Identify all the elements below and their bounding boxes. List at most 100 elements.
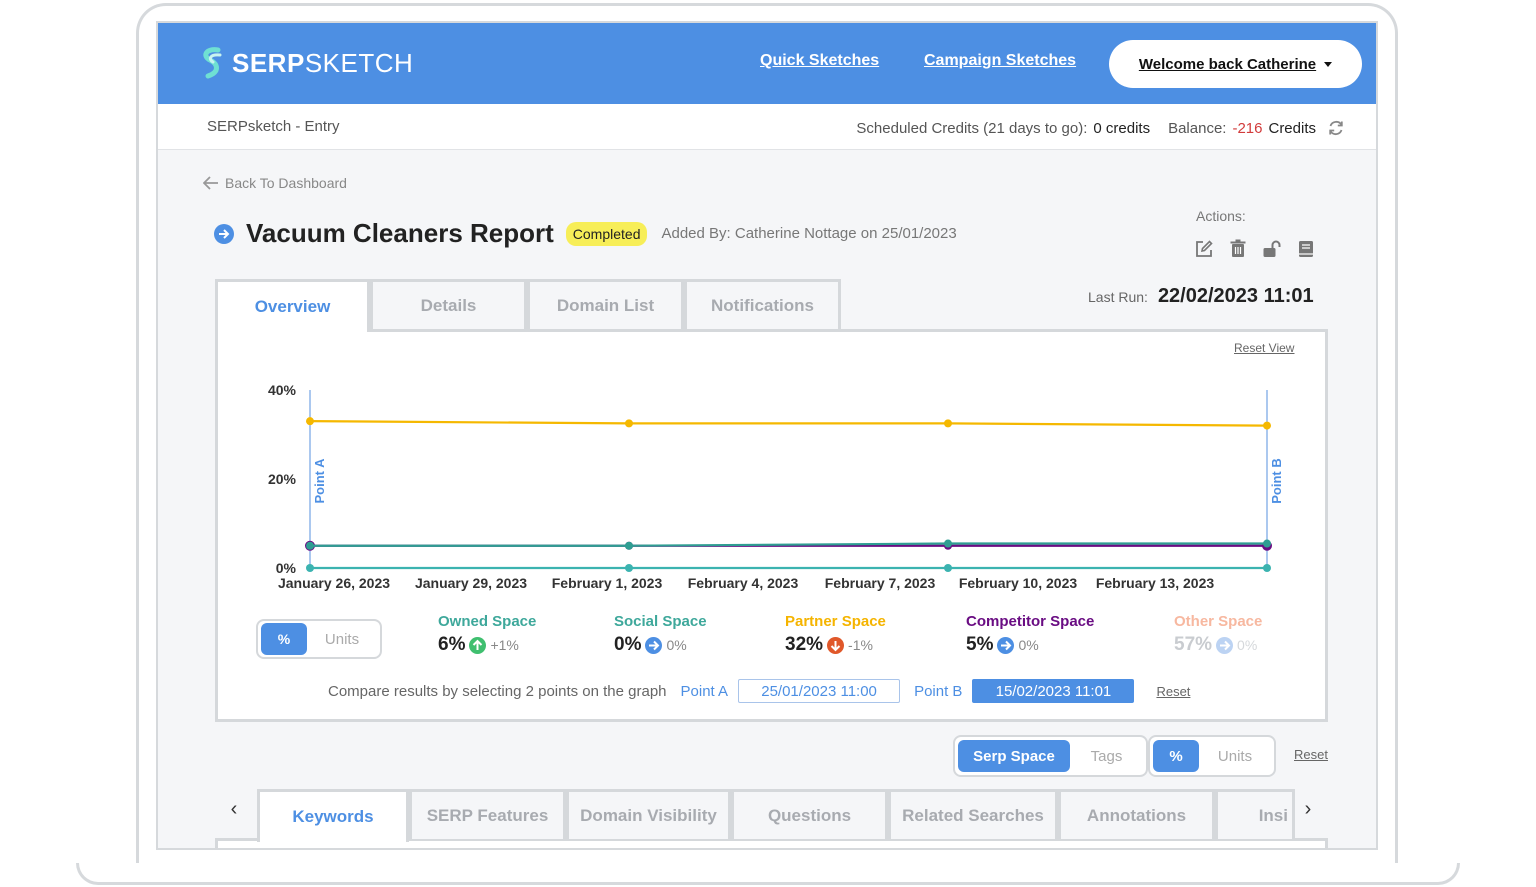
point-a-label: Point A [680,682,729,700]
tab-questions[interactable]: Questions [731,789,888,839]
series-point [1263,539,1271,548]
top-header: SERPSKETCH Quick Sketches Campaign Sketc… [158,23,1376,104]
series-point [1263,421,1271,430]
point-marker-label: Point A [312,458,327,504]
logo-mark-icon [203,47,222,79]
metric-partner-space: Partner Space 32% -1% [785,613,886,656]
book-icon[interactable] [1296,239,1316,259]
balance-unit: Credits [1268,119,1316,137]
metric-change: 0% [1018,637,1039,653]
actions-toolbar [1194,239,1316,259]
laptop-base [76,863,1460,885]
space-tags-toggle: Serp Space Tags [953,735,1148,777]
metric-name: Other Space [1174,613,1263,630]
chevron-left-icon[interactable]: ‹ [224,798,244,820]
point-b-label: Point B [914,682,963,700]
scheduled-credits-label: Scheduled Credits (21 days to go): [856,119,1088,137]
metric-change: 0% [1237,637,1258,653]
metric-change: -1% [848,637,873,653]
units-toggle-option[interactable]: Units [307,631,377,648]
x-tick-label: February 7, 2023 [825,575,936,591]
status-badge: Completed [565,221,648,246]
tab-domain-list[interactable]: Domain List [527,279,684,329]
metric-name: Social Space [614,613,707,630]
percent-option[interactable]: % [1153,740,1199,772]
tab-insights[interactable]: Insi [1215,789,1295,839]
actions-label: Actions: [1196,208,1246,224]
arrow-up-circle-icon [469,636,487,654]
tab-domain-visibility[interactable]: Domain Visibility [566,789,731,839]
series-point [306,417,314,426]
x-tick-label: February 10, 2023 [959,575,1078,591]
metric-percent: 32% [785,634,824,655]
tab-overview[interactable]: Overview [215,279,370,332]
back-to-dashboard-link[interactable]: Back To Dashboard [203,175,347,191]
caret-down-icon [1324,61,1333,67]
series-point [625,419,633,428]
edit-icon[interactable] [1194,239,1214,259]
tab-serp-features[interactable]: SERP Features [409,789,566,839]
arrow-left-icon [203,176,218,190]
view-reset-link[interactable]: Reset [1294,747,1328,762]
trash-icon[interactable] [1228,239,1248,259]
report-tabs: Overview Details Domain List Notificatio… [215,279,841,332]
series-point [944,419,952,428]
percent-toggle-option[interactable]: % [261,623,307,655]
serp-space-option[interactable]: Serp Space [958,740,1070,772]
space-trend-chart[interactable]: 0% 20% 40% January 26, 2023 January 29, 2023… [218,368,1288,593]
arrow-right-circle-icon [645,636,663,654]
compare-points: Compare results by selecting 2 points on… [328,679,1190,703]
serpsketch-logo[interactable]: SERPSKETCH [198,45,413,81]
account-bar: SERPsketch - Entry Scheduled Credits (21… [158,104,1376,150]
series-point [306,564,314,572]
back-link-label: Back To Dashboard [225,175,347,191]
metric-name: Partner Space [785,613,886,630]
plan-name: SERPsketch - Entry [207,118,340,135]
metric-percent: 6% [438,634,466,655]
tab-related-searches[interactable]: Related Searches [888,789,1058,839]
balance-value: -216 [1232,119,1263,137]
user-menu-button[interactable]: Welcome back Catherine [1109,40,1362,88]
x-tick-label: February 1, 2023 [552,575,663,591]
tags-option[interactable]: Tags [1070,748,1143,765]
added-by-text: Added By: Catherine Nottage on 25/01/202… [661,225,957,242]
tab-details[interactable]: Details [370,279,527,329]
x-tick-label: February 13, 2023 [1096,575,1215,591]
y-tick-label: 0% [276,560,297,576]
series-point [306,541,314,550]
series-point [1263,564,1271,572]
reset-view-link[interactable]: Reset View [1234,341,1294,355]
unlock-icon[interactable] [1262,239,1282,259]
metric-change: +1% [490,637,519,653]
metric-values: 32% -1% [785,634,886,656]
nav-campaign-sketches[interactable]: Campaign Sketches [924,52,1076,70]
compare-instructions: Compare results by selecting 2 points on… [328,682,667,700]
app-screen: SERPSKETCH Quick Sketches Campaign Sketc… [156,21,1378,850]
units-option[interactable]: Units [1199,748,1271,765]
last-run-value: 22/02/2023 11:01 [1157,285,1314,307]
point-a-date[interactable]: 25/01/2023 11:00 [738,679,901,703]
scheduled-credits-value: 0 credits [1093,119,1151,137]
arrow-down-circle-icon [827,636,845,654]
metric-owned-space: Owned Space 6% +1% [438,613,536,656]
arrow-right-circle-icon [1216,636,1234,654]
refresh-icon[interactable] [1326,118,1346,138]
compare-reset-link[interactable]: Reset [1156,684,1190,699]
percent-units-toggle: % Units [256,619,382,659]
series-point [944,564,952,572]
chevron-right-icon[interactable]: › [1298,798,1318,820]
metric-percent: 0% [614,634,642,655]
balance-label: Balance: [1168,119,1227,137]
tab-notifications[interactable]: Notifications [684,279,841,329]
metric-values: 57% 0% [1174,634,1262,656]
tab-keywords[interactable]: Keywords [257,789,409,842]
metric-change: 0% [666,637,687,653]
arrow-right-circle-icon [214,223,234,244]
nav-quick-sketches[interactable]: Quick Sketches [760,52,879,70]
x-tick-label: February 4, 2023 [688,575,799,591]
series-point [625,541,633,550]
welcome-text: Welcome back Catherine [1138,55,1317,73]
arrow-right-circle-icon [997,636,1015,654]
tab-annotations[interactable]: Annotations [1058,789,1215,839]
point-b-date[interactable]: 15/02/2023 11:01 [972,679,1135,703]
